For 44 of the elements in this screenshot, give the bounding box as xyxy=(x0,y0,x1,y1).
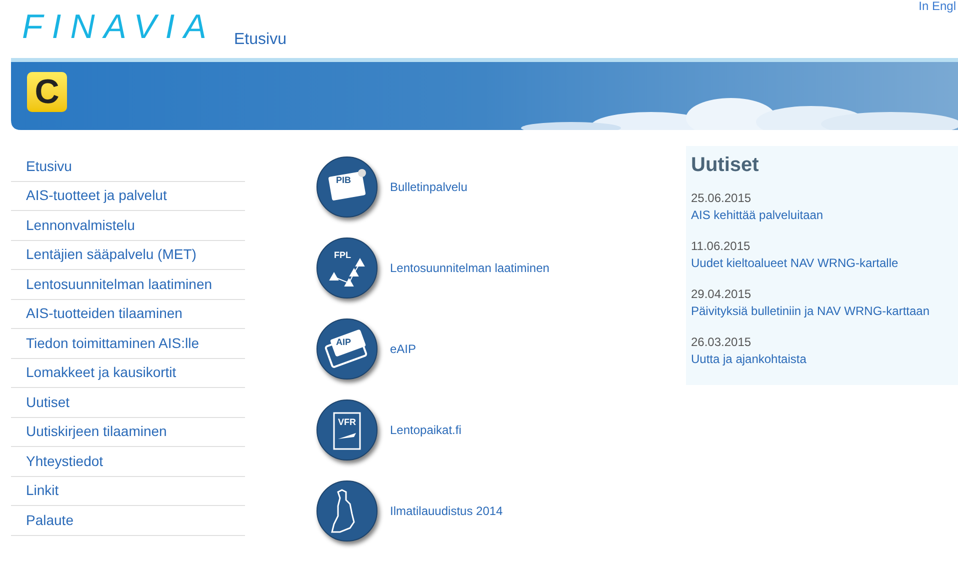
icon-label: AIP xyxy=(336,338,352,346)
service-badge-icon[interactable] xyxy=(316,398,378,460)
language-link[interactable]: In Engl xyxy=(918,0,956,13)
sidebar-item[interactable]: Palaute xyxy=(11,506,245,536)
news-link[interactable]: Uudet kieltoalueet NAV WRNG-kartalle xyxy=(691,255,958,272)
sidebar-item[interactable]: Etusivu xyxy=(11,152,245,182)
news-link[interactable]: Uutta ja ajankohtaista xyxy=(691,351,958,368)
document-stack-icon xyxy=(324,328,368,368)
finland-map-icon xyxy=(331,488,355,532)
category-badge: C xyxy=(27,72,67,112)
sidebar-item[interactable]: Lentäjien sääpalvelu (MET) xyxy=(11,240,245,270)
service-badge-icon[interactable] xyxy=(316,480,378,542)
news-date: 29.04.2015 xyxy=(691,286,752,303)
sidebar-item[interactable]: Lomakkeet ja kausikortit xyxy=(11,358,245,388)
icon-label: PIB xyxy=(336,176,352,184)
sidebar-item[interactable]: AIS-tuotteet ja palvelut xyxy=(11,182,245,211)
sidebar-item[interactable]: AIS-tuotteiden tilaaminen xyxy=(11,300,245,329)
service-link[interactable]: eAIP xyxy=(390,340,416,358)
route-icon xyxy=(329,258,365,286)
service-link[interactable]: Ilmatilauudistus 2014 xyxy=(390,502,503,520)
sidebar-item[interactable]: Lennonvalmistelu xyxy=(11,211,245,240)
booklet-icon xyxy=(333,412,361,450)
news-date: 11.06.2015 xyxy=(691,238,752,255)
news-title: Uutiset xyxy=(691,153,760,178)
news-link[interactable]: AIS kehittää palveluitaan xyxy=(691,207,958,224)
sidebar-item[interactable]: Uutiskirjeen tilaaminen xyxy=(11,418,245,447)
breadcrumb-link[interactable]: Etusivu xyxy=(234,31,286,48)
news-link[interactable]: Päivityksiä bulletiniin ja NAV WRNG-karttaan xyxy=(691,303,958,320)
sidebar-item[interactable]: Linkit xyxy=(11,476,245,506)
news-date: 25.06.2015 xyxy=(691,190,752,207)
icon-label: FPL xyxy=(334,250,351,260)
service-badge-icon[interactable] xyxy=(316,318,378,380)
news-date: 26.03.2015 xyxy=(691,334,752,351)
service-badge-icon[interactable] xyxy=(316,236,378,298)
card-icon xyxy=(328,168,366,200)
icon-label: VFR xyxy=(338,418,356,426)
sidebar-item[interactable]: Uutiset xyxy=(11,388,245,418)
sidebar-item[interactable]: Yhteystiedot xyxy=(11,447,245,476)
service-badge-icon[interactable] xyxy=(316,156,378,218)
service-link[interactable]: Lentosuunnitelman laatiminen xyxy=(390,258,550,276)
sidebar-item[interactable]: Lentosuunnitelman laatiminen xyxy=(11,270,245,300)
service-link[interactable]: Lentopaikat.fi xyxy=(390,420,462,438)
sidebar-item[interactable]: Tiedon toimittaminen AIS:lle xyxy=(11,329,245,358)
service-link[interactable]: Bulletinpalvelu xyxy=(390,178,468,196)
